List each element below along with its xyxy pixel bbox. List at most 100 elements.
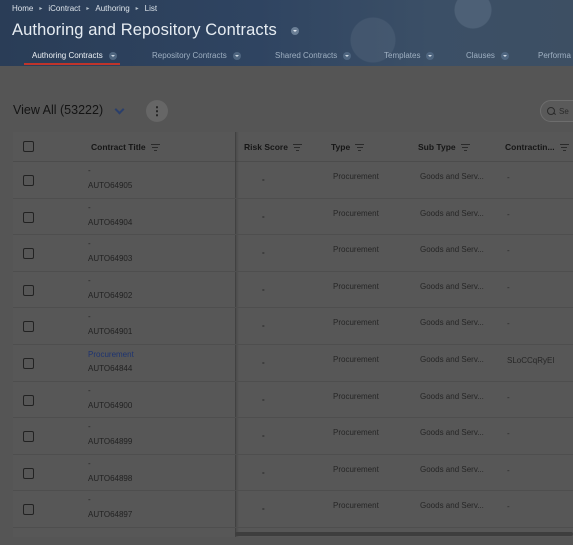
contract-title[interactable]: - bbox=[88, 239, 91, 248]
table-row[interactable]: - AUTO64900 - Procurement Goods and Serv… bbox=[13, 382, 573, 419]
contracting-party: - bbox=[507, 465, 510, 475]
contract-type: Procurement bbox=[333, 464, 379, 474]
contract-sub-type: Goods and Serv... bbox=[420, 391, 484, 401]
tab-label: Repository Contracts bbox=[152, 51, 227, 60]
breadcrumb-icontract[interactable]: iContract bbox=[48, 4, 80, 13]
contract-type: Procurement bbox=[333, 318, 379, 328]
tab-repository-contracts[interactable]: Repository Contracts bbox=[152, 45, 241, 66]
contract-title[interactable]: - bbox=[88, 312, 91, 321]
chevron-down-icon[interactable] bbox=[108, 51, 117, 60]
select-all-checkbox[interactable] bbox=[23, 141, 34, 152]
risk-score: - bbox=[262, 175, 265, 184]
contract-title[interactable]: - bbox=[88, 276, 91, 285]
row-checkbox[interactable] bbox=[23, 321, 34, 333]
row-checkbox[interactable] bbox=[23, 284, 34, 296]
table-row[interactable]: - AUTO64904 - Procurement Goods and Serv… bbox=[13, 199, 573, 236]
chevron-down-icon[interactable] bbox=[232, 51, 241, 60]
search-input[interactable]: Se bbox=[540, 100, 573, 122]
contract-title[interactable]: - bbox=[88, 166, 91, 175]
column-header-label: Contract Title bbox=[91, 142, 146, 152]
contract-id: AUTO64899 bbox=[88, 437, 133, 447]
contract-id: AUTO64904 bbox=[88, 217, 133, 227]
more-options-button[interactable]: ⋮ bbox=[146, 100, 168, 122]
contract-sub-type: Goods and Serv... bbox=[420, 501, 484, 511]
table-row[interactable]: - AUTO64903 - Procurement Goods and Serv… bbox=[13, 235, 573, 272]
table-row[interactable]: - AUTO64898 - Procurement Goods and Serv… bbox=[13, 455, 573, 492]
filter-icon[interactable] bbox=[460, 143, 470, 151]
filter-icon[interactable] bbox=[355, 143, 365, 151]
title-dropdown-icon[interactable] bbox=[290, 26, 299, 35]
view-selector[interactable]: View All (53222) bbox=[13, 103, 124, 117]
table-row[interactable]: - AUTO64902 - Procurement Goods and Serv… bbox=[13, 272, 573, 309]
breadcrumb-authoring[interactable]: Authoring bbox=[95, 4, 129, 13]
contract-id: AUTO64898 bbox=[88, 473, 133, 483]
risk-score: - bbox=[262, 321, 265, 331]
column-header-label: Contractin... bbox=[505, 142, 555, 152]
active-tab-indicator bbox=[24, 63, 120, 65]
column-header-contract-title[interactable]: Contract Title bbox=[91, 132, 160, 162]
row-checkbox[interactable] bbox=[23, 431, 34, 443]
contract-title[interactable]: - bbox=[88, 422, 91, 431]
contract-title[interactable]: - bbox=[88, 203, 91, 212]
horizontal-scrollbar[interactable] bbox=[235, 532, 573, 536]
filter-icon[interactable] bbox=[292, 143, 302, 151]
contract-type: Procurement bbox=[333, 172, 379, 181]
breadcrumb-home[interactable]: Home bbox=[12, 4, 33, 13]
table-row[interactable]: - AUTO64899 - Procurement Goods and Serv… bbox=[13, 418, 573, 455]
column-header-sub-type[interactable]: Sub Type bbox=[418, 132, 470, 162]
column-header-contracting[interactable]: Contractin... bbox=[505, 132, 569, 162]
contract-type: Procurement bbox=[333, 501, 379, 511]
chevron-down-icon[interactable] bbox=[343, 51, 352, 60]
contract-type: Procurement bbox=[333, 428, 379, 438]
contract-type: Procurement bbox=[333, 208, 379, 218]
contracting-party: - bbox=[507, 319, 510, 329]
contract-id: AUTO64903 bbox=[88, 254, 133, 264]
column-header-type[interactable]: Type bbox=[331, 132, 365, 162]
table-row[interactable]: - AUTO64897 - Procurement Goods and Serv… bbox=[13, 491, 573, 528]
contract-title[interactable]: - bbox=[88, 459, 91, 468]
table-row[interactable]: - AUTO64901 - Procurement Goods and Serv… bbox=[13, 308, 573, 345]
chevron-down-icon[interactable] bbox=[500, 51, 509, 60]
list-toolbar: View All (53222) ⋮ Se bbox=[0, 66, 573, 132]
contract-title[interactable]: - bbox=[88, 386, 91, 395]
contracting-party: - bbox=[507, 429, 510, 439]
contract-sub-type: Goods and Serv... bbox=[420, 172, 484, 181]
tab-templates[interactable]: Templates bbox=[384, 45, 435, 66]
contract-id: AUTO64901 bbox=[88, 327, 133, 337]
tab-performa[interactable]: Performa bbox=[538, 45, 571, 66]
row-checkbox[interactable] bbox=[23, 248, 34, 260]
row-checkbox[interactable] bbox=[23, 504, 34, 516]
contracting-party: - bbox=[507, 392, 510, 402]
search-placeholder: Se bbox=[559, 106, 569, 116]
chevron-down-icon[interactable] bbox=[426, 51, 435, 60]
breadcrumb-separator-icon: ▸ bbox=[135, 6, 139, 12]
tab-shared-contracts[interactable]: Shared Contracts bbox=[275, 45, 352, 66]
app-header: Home ▸ iContract ▸ Authoring ▸ List Auth… bbox=[0, 0, 573, 66]
contract-type: Procurement bbox=[333, 281, 379, 291]
contract-sub-type: Goods and Serv... bbox=[420, 464, 484, 474]
column-header-risk-score[interactable]: Risk Score bbox=[244, 132, 302, 162]
contract-title-link[interactable]: Procurement bbox=[88, 350, 134, 359]
page-title-text: Authoring and Repository Contracts bbox=[12, 21, 277, 39]
risk-score: - bbox=[262, 248, 265, 258]
table-row[interactable]: Procurement AUTO64844 - Procurement Good… bbox=[13, 345, 573, 382]
row-checkbox[interactable] bbox=[23, 394, 34, 406]
risk-score: - bbox=[262, 211, 265, 221]
table-row[interactable]: - AUTO64905 - Procurement Goods and Serv… bbox=[13, 162, 573, 199]
row-checkbox[interactable] bbox=[23, 467, 34, 479]
tab-clauses[interactable]: Clauses bbox=[466, 45, 509, 66]
row-checkbox[interactable] bbox=[23, 175, 34, 186]
contract-sub-type: Goods and Serv... bbox=[420, 281, 484, 291]
row-checkbox[interactable] bbox=[23, 358, 34, 369]
row-checkbox[interactable] bbox=[23, 211, 34, 223]
filter-icon[interactable] bbox=[559, 143, 569, 151]
filter-icon[interactable] bbox=[150, 143, 160, 151]
chevron-down-icon[interactable] bbox=[115, 106, 124, 115]
contract-sub-type: Goods and Serv... bbox=[420, 355, 484, 364]
table-header: Contract Title Risk Score Type Sub Type … bbox=[13, 132, 573, 162]
contract-id: AUTO64844 bbox=[88, 364, 133, 373]
contract-title[interactable]: - bbox=[88, 495, 91, 504]
tab-label: Clauses bbox=[466, 51, 495, 60]
contracting-party: - bbox=[507, 282, 510, 292]
breadcrumb-separator-icon: ▸ bbox=[39, 6, 43, 12]
